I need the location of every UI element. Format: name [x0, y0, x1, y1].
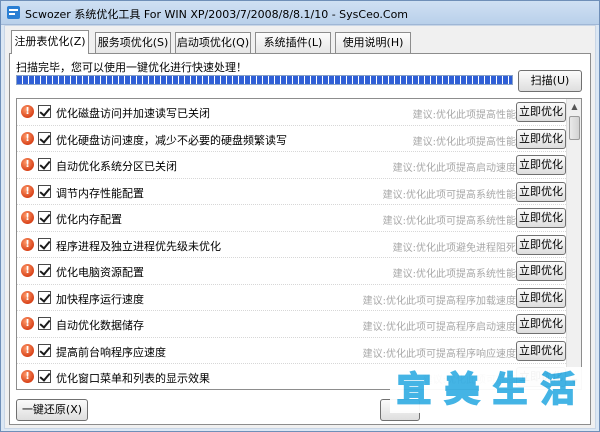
- tab-plugins[interactable]: 系统插件(L): [255, 32, 331, 53]
- item-label: 加快程序运行速度: [56, 292, 144, 306]
- item-label: 优化磁盘访问并加速读写已关闭: [56, 107, 210, 120]
- list-item: ! 自动优化数据储存 建议:优化此项可提高程序启动速度 立即优化: [17, 311, 566, 338]
- item-checkbox[interactable]: [38, 237, 51, 251]
- item-label: 自动优化数据储存: [56, 319, 144, 332]
- list-item: ! 自动优化系统分区已关闭 建议:优化此项提高启动速度 立即优化: [17, 152, 566, 179]
- item-label: 调节内存性能配置: [56, 186, 144, 200]
- warning-icon: !: [21, 158, 34, 171]
- optimize-now-button[interactable]: 立即优化: [516, 208, 566, 228]
- item-label: 优化内存配置: [56, 213, 122, 226]
- list-item: ! 调节内存性能配置 建议:优化此项可提高系统性能 立即优化: [17, 179, 566, 205]
- optimize-now-button[interactable]: 立即优化: [516, 181, 566, 202]
- item-hint: 建议:优化此项提高启动速度: [392, 163, 516, 174]
- app-window: Scwozer 系统优化工具 For WIN XP/2003/7/2008/8/…: [0, 0, 600, 432]
- scan-button[interactable]: 扫描(U): [518, 70, 582, 92]
- list-item: ! 优化硬盘访问速度，减少不必要的硬盘频繁读写 建议:优化此项提高性能 立即优化: [17, 126, 566, 152]
- warning-icon: !: [21, 105, 34, 118]
- warning-icon: !: [21, 237, 34, 251]
- watermark: 宜 美 生 活: [390, 367, 586, 413]
- optimize-now-button[interactable]: 立即优化: [516, 234, 566, 255]
- item-hint: 建议:优化此项可提高程序加载速度: [362, 295, 516, 307]
- optimize-now-button[interactable]: 立即优化: [516, 102, 566, 122]
- tab-startup[interactable]: 启动项优化(Q): [175, 32, 251, 53]
- warning-icon: !: [21, 131, 34, 145]
- watermark-char: 美: [444, 369, 480, 411]
- item-label: 优化电脑资源配置: [56, 266, 144, 279]
- list-item: ! 优化电脑资源配置 建议:优化此项提高系统性能 立即优化: [17, 258, 566, 285]
- item-checkbox[interactable]: [38, 317, 51, 330]
- optimize-now-button[interactable]: 立即优化: [516, 261, 566, 281]
- list-item: ! 优化磁盘访问并加速读写已关闭 建议:优化此项提高性能 立即优化: [17, 99, 566, 126]
- optimize-now-button[interactable]: 立即优化: [516, 314, 566, 334]
- item-checkbox[interactable]: [38, 290, 51, 304]
- item-label: 程序进程及独立进程优先级未优化: [56, 239, 221, 253]
- item-label: 优化窗口菜单和列表的显示效果: [56, 372, 210, 385]
- item-label: 提高前台响程序应速度: [56, 345, 166, 359]
- progress-bar: [16, 75, 513, 85]
- item-checkbox[interactable]: [38, 105, 51, 118]
- item-hint: 建议:优化此项可提高系统性能: [382, 216, 516, 227]
- item-checkbox[interactable]: [38, 184, 51, 198]
- window-title: Scwozer 系统优化工具 For WIN XP/2003/7/2008/8/…: [25, 8, 409, 21]
- item-checkbox[interactable]: [38, 131, 51, 145]
- list-item: ! 加快程序运行速度 建议:优化此项可提高程序加载速度 立即优化: [17, 285, 566, 311]
- tab-help[interactable]: 使用说明(H): [335, 32, 411, 53]
- optimize-now-button[interactable]: 立即优化: [516, 128, 566, 149]
- warning-icon: !: [21, 211, 34, 224]
- optimize-now-button[interactable]: 立即优化: [516, 340, 566, 361]
- item-hint: 建议:优化此项可提高程序响应速度: [362, 348, 516, 360]
- warning-icon: !: [21, 184, 34, 198]
- list-item: ! 程序进程及独立进程优先级未优化 建议:优化此项避免进程阻死 立即优化: [17, 232, 566, 258]
- warning-icon: !: [21, 264, 34, 277]
- item-hint: 建议:优化此项提高性能: [412, 110, 516, 121]
- tab-registry[interactable]: 注册表优化(Z): [11, 30, 89, 54]
- warning-icon: !: [21, 343, 34, 357]
- watermark-char: 宜: [396, 369, 432, 411]
- optimize-now-button[interactable]: 立即优化: [516, 287, 566, 308]
- list-item: ! 提高前台响程序应速度 建议:优化此项可提高程序响应速度 立即优化: [17, 338, 566, 364]
- warning-icon: !: [21, 317, 34, 330]
- watermark-char: 生: [492, 369, 528, 411]
- tab-services[interactable]: 服务项优化(S): [95, 32, 171, 53]
- warning-icon: !: [21, 370, 34, 383]
- item-hint: 建议:优化此项可提高程序启动速度: [362, 322, 516, 333]
- scroll-thumb[interactable]: [569, 116, 580, 140]
- item-label: 自动优化系统分区已关闭: [56, 160, 177, 173]
- restore-button[interactable]: 一键还原(X): [16, 399, 88, 421]
- item-checkbox[interactable]: [38, 343, 51, 357]
- status-message: 扫描完毕，您可以使用一键优化进行快速处理！: [16, 61, 247, 74]
- title-bar[interactable]: Scwozer 系统优化工具 For WIN XP/2003/7/2008/8/…: [1, 1, 599, 25]
- watermark-char: 活: [540, 369, 576, 411]
- app-icon: [7, 6, 20, 19]
- item-checkbox[interactable]: [38, 370, 51, 383]
- item-checkbox[interactable]: [38, 264, 51, 277]
- item-checkbox[interactable]: [38, 211, 51, 224]
- scroll-up-icon[interactable]: ▲: [567, 99, 581, 114]
- item-hint: 建议:优化此项提高性能: [412, 136, 516, 148]
- list-item: ! 优化内存配置 建议:优化此项可提高系统性能 立即优化: [17, 205, 566, 232]
- item-checkbox[interactable]: [38, 158, 51, 171]
- optimization-list: ! 优化磁盘访问并加速读写已关闭 建议:优化此项提高性能 立即优化! 优化硬盘访问速度，…: [16, 98, 582, 390]
- vertical-scrollbar[interactable]: ▲ ▼: [566, 99, 581, 389]
- item-hint: 建议:优化此项可提高系统性能: [382, 189, 516, 201]
- optimize-now-button[interactable]: 立即优化: [516, 155, 566, 175]
- item-hint: 建议:优化此项提高系统性能: [392, 269, 516, 280]
- progress-fill: [17, 76, 512, 84]
- warning-icon: !: [21, 290, 34, 304]
- item-label: 优化硬盘访问速度，减少不必要的硬盘频繁读写: [56, 133, 287, 147]
- item-hint: 建议:优化此项避免进程阻死: [392, 242, 516, 254]
